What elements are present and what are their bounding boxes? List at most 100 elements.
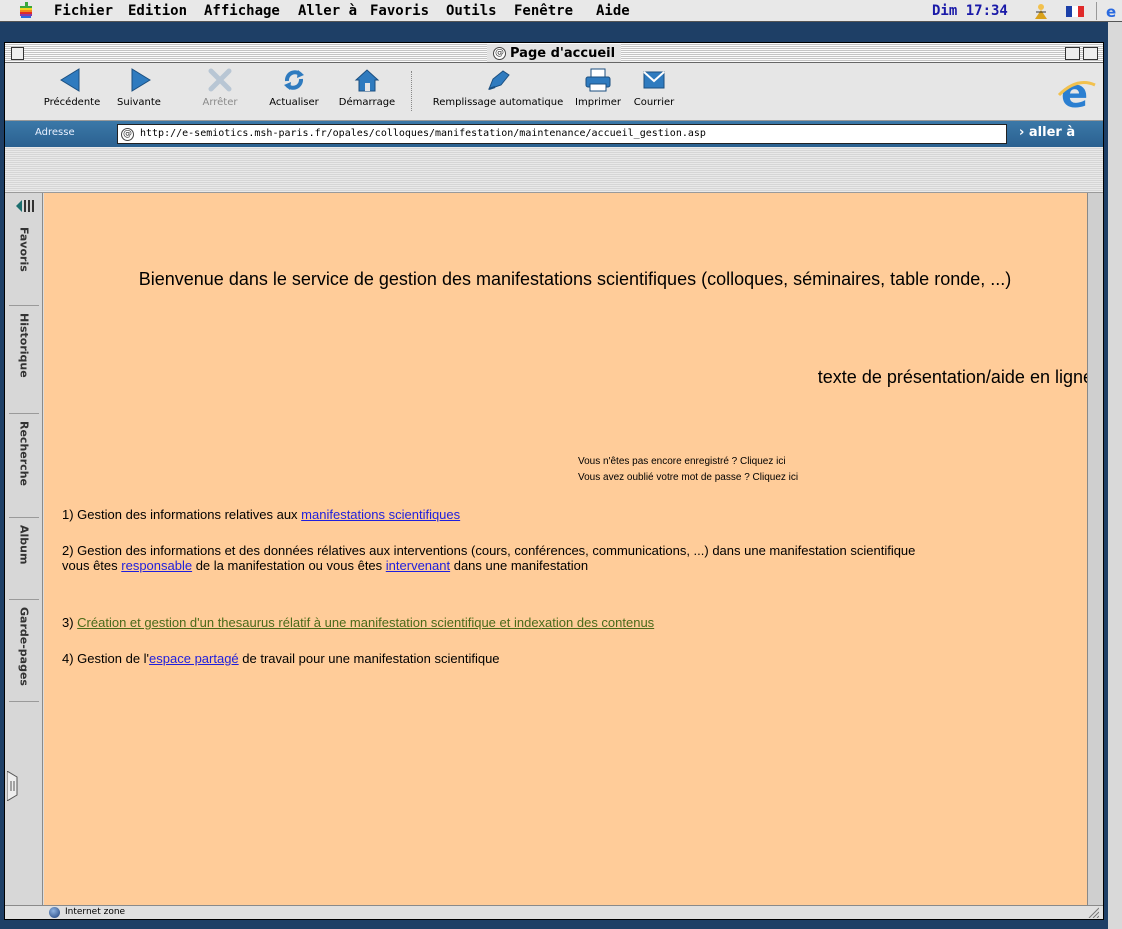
back-arrow-icon: [60, 68, 80, 92]
back-label: Précédente: [43, 97, 101, 108]
window-title: @ Page d'accueil: [487, 44, 622, 62]
thesaurus-link[interactable]: Création et gestion d'un thesaurus rélat…: [77, 615, 654, 630]
manifestations-link[interactable]: manifestations scientifiques: [301, 507, 460, 522]
print-label: Imprimer: [575, 97, 621, 108]
security-zone-text: Internet zone: [65, 907, 126, 917]
go-label: aller à: [1028, 125, 1076, 140]
print-button[interactable]: Imprimer: [571, 67, 625, 119]
svg-text:e: e: [1106, 3, 1116, 19]
internet-zone-globe-icon: [49, 907, 60, 918]
menu-fenetre[interactable]: Fenêtre: [514, 3, 573, 19]
menu-fichier[interactable]: Fichier: [54, 3, 113, 19]
vertical-scrollbar[interactable]: [1087, 193, 1103, 905]
tab-garde-pages-label: Garde-pages: [17, 607, 31, 686]
explorer-sidebar-tabs: Favoris Historique Recherche Album Garde…: [5, 193, 43, 905]
item2b-prefix: vous êtes: [62, 558, 122, 573]
browser-window: @ Page d'accueil Précédente Suivante Arr…: [4, 42, 1104, 920]
tab-recherche[interactable]: Recherche: [9, 415, 39, 518]
printer-icon: [585, 68, 611, 92]
window-title-text: Page d'accueil: [510, 45, 616, 61]
desktop-background: [1108, 22, 1122, 929]
menu-affichage[interactable]: Affichage: [204, 3, 280, 19]
keyboard-layout-flag-icon[interactable]: [1066, 6, 1084, 17]
item2b-mid: de la manifestation ou vous êtes: [192, 558, 386, 573]
sidebar-drag-handle-icon[interactable]: [7, 771, 19, 801]
sidebar-toggle-icon[interactable]: [15, 199, 35, 213]
home-label: Démarrage: [338, 97, 396, 108]
list-item: 4) Gestion de l'espace partagé de travai…: [62, 651, 1082, 666]
stop-label: Arrêter: [202, 97, 238, 108]
zoom-box-icon[interactable]: [1065, 47, 1080, 60]
tab-favoris[interactable]: Favoris: [9, 221, 39, 306]
mail-button[interactable]: Courrier: [627, 67, 681, 119]
home-icon: [354, 69, 380, 92]
stop-button[interactable]: Arrêter: [195, 67, 245, 119]
list-item: 2) Gestion des informations et des donné…: [62, 543, 1082, 573]
list-item: 3) Création et gestion d'un thesaurus ré…: [62, 615, 1082, 630]
collapse-box-icon[interactable]: [1083, 47, 1098, 60]
tab-favoris-label: Favoris: [17, 227, 31, 272]
item1-text: 1) Gestion des informations relatives au…: [62, 507, 302, 522]
internet-explorer-app-icon[interactable]: e: [1104, 3, 1120, 19]
close-box-icon[interactable]: [11, 47, 24, 60]
item3-prefix: 3): [62, 615, 78, 630]
address-url-text[interactable]: http://e-semiotics.msh-paris.fr/opales/c…: [140, 128, 706, 139]
menu-bar: Fichier Edition Affichage Aller à Favori…: [0, 0, 1122, 22]
assistant-agent-icon[interactable]: [1032, 2, 1050, 20]
list-item: 1) Gestion des informations relatives au…: [62, 507, 1082, 522]
forgot-password-prompt[interactable]: Vous avez oublié votre mot de passe ? Cl…: [578, 472, 798, 483]
tab-historique-label: Historique: [17, 313, 31, 378]
item2-text: 2) Gestion des informations et des donné…: [62, 543, 916, 558]
status-bar: Internet zone: [5, 905, 1103, 919]
mail-envelope-icon: [643, 71, 665, 89]
menu-outils[interactable]: Outils: [446, 3, 497, 19]
forward-arrow-icon: [131, 68, 151, 92]
toolbar-divider: [411, 71, 414, 111]
home-button[interactable]: Démarrage: [331, 67, 403, 119]
window-title-bar[interactable]: @ Page d'accueil: [5, 43, 1103, 63]
menubar-separator: [1096, 2, 1097, 20]
tab-album-label: Album: [17, 525, 31, 565]
forward-button[interactable]: Suivante: [109, 67, 169, 119]
tab-historique[interactable]: Historique: [9, 307, 39, 414]
refresh-button[interactable]: Actualiser: [259, 67, 329, 119]
apple-icon[interactable]: [18, 2, 34, 19]
mail-label: Courrier: [633, 97, 675, 108]
tab-recherche-label: Recherche: [17, 421, 31, 486]
refresh-label: Actualiser: [269, 97, 319, 108]
menu-aide[interactable]: Aide: [596, 3, 630, 19]
menubar-clock[interactable]: Dim 17:34: [932, 3, 1008, 19]
address-input[interactable]: @ http://e-semiotics.msh-paris.fr/opales…: [117, 124, 1007, 144]
tab-garde-pages[interactable]: Garde-pages: [9, 601, 39, 702]
tab-album[interactable]: Album: [9, 519, 39, 600]
stop-x-icon: [208, 68, 232, 92]
item4-prefix: 4) Gestion de l': [62, 651, 150, 666]
refresh-arrows-icon: [284, 70, 304, 90]
web-page-icon: @: [493, 46, 506, 60]
page-content: Bienvenue dans le service de gestion des…: [44, 193, 1103, 905]
autofill-button[interactable]: Remplissage automatique: [423, 67, 573, 119]
toolbar-band: [5, 147, 1103, 193]
menu-favoris[interactable]: Favoris: [370, 3, 429, 19]
responsable-link[interactable]: responsable: [121, 558, 192, 573]
item2b-suffix: dans une manifestation: [450, 558, 589, 573]
browser-toolbar: Précédente Suivante Arrêter Actualiser D…: [5, 63, 1103, 121]
intervenant-link[interactable]: intervenant: [386, 558, 450, 573]
page-proxy-icon[interactable]: @: [121, 128, 134, 141]
welcome-heading: Bienvenue dans le service de gestion des…: [138, 269, 1012, 289]
address-bar: Adresse @ http://e-semiotics.msh-paris.f…: [5, 121, 1103, 147]
item4-suffix: de travail pour une manifestation scient…: [238, 651, 500, 666]
forward-label: Suivante: [117, 97, 161, 108]
go-button[interactable]: › aller à: [1019, 125, 1075, 140]
svg-text:e: e: [1061, 73, 1088, 113]
menu-edition[interactable]: Edition: [128, 3, 187, 19]
address-label: Adresse: [35, 127, 75, 138]
espace-partage-link[interactable]: espace partagé: [149, 651, 239, 666]
help-heading: texte de présentation/aide en ligne: [817, 367, 1093, 387]
menu-aller-a[interactable]: Aller à: [298, 3, 357, 19]
autofill-label: Remplissage automatique: [432, 97, 564, 108]
back-button[interactable]: Précédente: [37, 67, 107, 119]
register-prompt[interactable]: Vous n'êtes pas encore enregistré ? Cliq…: [578, 456, 786, 467]
resize-grip-icon[interactable]: [1085, 906, 1099, 918]
autofill-pen-icon: [488, 70, 510, 90]
